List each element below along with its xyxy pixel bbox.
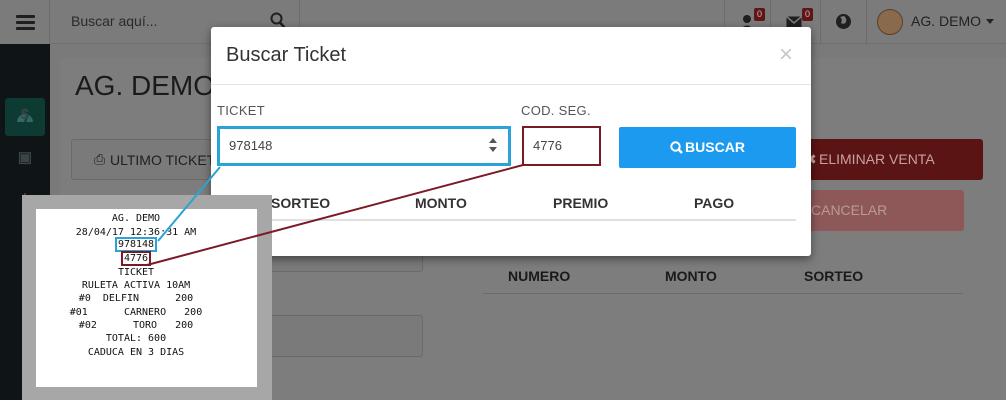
number-stepper[interactable] — [488, 137, 498, 155]
table-header-sorteo: SORTEO — [271, 195, 331, 211]
messages-badge: 0 — [802, 8, 814, 21]
receipt-type: TICKET — [117, 267, 155, 278]
globe-icon — [836, 14, 851, 29]
table-header-pago: PAGO — [694, 195, 735, 211]
close-icon[interactable]: × — [779, 43, 793, 67]
table-divider — [483, 293, 963, 294]
user-name[interactable]: AG. DEMO — [911, 13, 981, 29]
eliminar-venta-button[interactable]: ✖ ELIMINAR VENTA — [795, 139, 983, 180]
ticket-value: 978148 — [229, 138, 273, 153]
search-icon — [670, 141, 683, 154]
chevron-down-icon — [986, 19, 994, 24]
ticket-input[interactable]: 978148 — [217, 126, 511, 166]
receipt-game: RULETA ACTIVA 10AM — [81, 280, 191, 291]
receipt-agency: AG. DEMO — [111, 213, 161, 224]
receipt-expiry: CADUCA EN 3 DIAS — [87, 347, 185, 358]
table-header-premio: PREMIO — [553, 195, 609, 211]
table-header-monto: MONTO — [415, 195, 467, 211]
receipt-security-code: 4776 — [120, 251, 152, 266]
buscar-button[interactable]: BUSCAR — [619, 127, 796, 168]
ultimo-ticket-button[interactable]: ⎙ ULTIMO TICKET — [71, 139, 221, 180]
notification-badge: 0 — [754, 8, 766, 21]
receipt-bet-line: #01 CARNERO 200 — [69, 307, 203, 318]
table-header-numero: NUMERO — [508, 268, 571, 284]
receipt-bet-line: #02 TORO 200 — [78, 320, 194, 331]
cod-seg-input[interactable]: 4776 — [522, 126, 601, 166]
hamburger-icon — [16, 15, 35, 18]
receipt-ticket-number: 978148 — [114, 237, 158, 252]
ticket-label: TICKET — [217, 103, 266, 118]
buscar-label: BUSCAR — [685, 139, 745, 155]
language-button[interactable] — [820, 0, 866, 44]
modal-title: Buscar Ticket — [226, 44, 347, 66]
avatar[interactable] — [877, 9, 903, 35]
background-field[interactable] — [255, 315, 423, 357]
chevron-up-icon[interactable] — [489, 138, 497, 143]
cod-seg-label: COD. SEG. — [521, 103, 591, 118]
page-title: AG. DEMO — [75, 70, 216, 101]
money-icon[interactable]: ▣ — [0, 148, 50, 166]
ultimo-ticket-label: ULTIMO TICKET — [110, 152, 216, 168]
table-header-monto: MONTO — [665, 268, 717, 284]
cancelar-label: CANCELAR — [811, 202, 888, 218]
menu-toggle-button[interactable] — [0, 0, 50, 44]
print-icon: ⎙ — [94, 151, 106, 167]
eliminar-venta-label: ELIMINAR VENTA — [819, 151, 935, 167]
cancelar-button[interactable]: CANCELAR — [795, 190, 964, 231]
cod-seg-value: 4776 — [533, 138, 562, 153]
search-input[interactable]: Buscar aquí... — [71, 13, 157, 29]
receipt-bet-line: #0 DELFIN 200 — [78, 293, 194, 304]
chevron-down-icon[interactable] — [489, 147, 497, 152]
dollar-icon[interactable]: $ — [0, 106, 50, 123]
buscar-ticket-modal: Buscar Ticket × TICKET 978148 COD. SEG. … — [211, 27, 811, 256]
table-divider — [271, 219, 796, 221]
modal-header: Buscar Ticket × — [211, 27, 811, 85]
receipt-total: TOTAL: 600 — [105, 333, 167, 344]
table-header-sorteo: SORTEO — [804, 268, 864, 284]
